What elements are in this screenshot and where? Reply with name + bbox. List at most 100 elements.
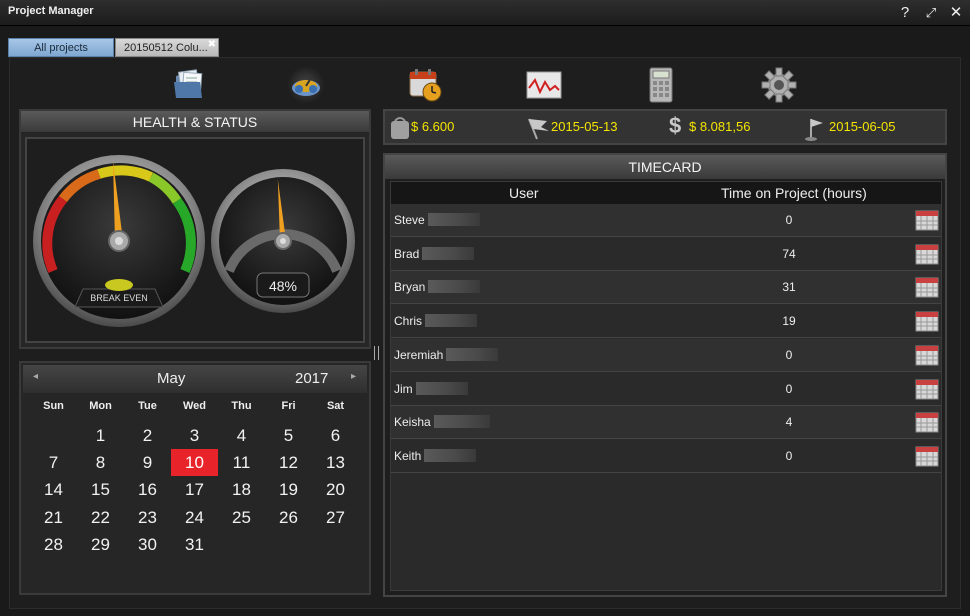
calendar-day[interactable]: 13 [312, 449, 359, 476]
calendar-day[interactable]: 14 [30, 476, 77, 503]
timesheet-calendar-icon[interactable] [915, 412, 939, 433]
calendar-day[interactable]: 16 [124, 476, 171, 503]
calendar-day[interactable]: 19 [265, 476, 312, 503]
weekday-label: Fri [281, 400, 296, 412]
budget-value: $ 6.600 [411, 119, 455, 134]
column-header-user[interactable]: User [509, 182, 569, 204]
calendar-day[interactable]: 6 [312, 422, 359, 449]
calendar-day[interactable]: 12 [265, 449, 312, 476]
calendar-day[interactable]: 29 [77, 531, 124, 558]
health-gauge-icon[interactable] [287, 66, 325, 104]
user-name: Jeremiah [394, 347, 444, 362]
timecard-table: User Time on Project (hours) Steve 0 Brad 7… [390, 181, 942, 591]
table-row[interactable]: Steve 0 [391, 204, 941, 237]
progress-gauge: 48% [211, 169, 355, 313]
timesheet-calendar-icon[interactable] [915, 210, 939, 231]
table-row[interactable]: Jeremiah 0 [391, 338, 941, 372]
table-row[interactable]: Keisha 4 [391, 406, 941, 440]
calendar-day[interactable]: 18 [218, 476, 265, 503]
weekday-label: Sat [326, 400, 345, 412]
hours-value: 0 [785, 347, 793, 362]
break-even-gauge: BREAK EVEN [33, 155, 205, 327]
calendar-day[interactable]: 30 [124, 531, 171, 558]
hours-value: 0 [785, 381, 793, 396]
restore-button[interactable]: ⤢ [921, 3, 941, 23]
hours-value: 19 [782, 314, 796, 329]
title-bar: Project Manager ? ⤢ ✕ [0, 0, 970, 26]
redacted-surname [428, 280, 480, 294]
calendar-day[interactable]: 31 [171, 531, 218, 558]
cost-dollar-icon: $ [669, 113, 682, 138]
help-button[interactable]: ? [895, 3, 915, 23]
calendar-day[interactable]: 7 [30, 449, 77, 476]
calendar-day[interactable]: 3 [171, 422, 218, 449]
hours-value: 4 [785, 415, 793, 430]
table-row[interactable]: Chris 19 [391, 305, 941, 339]
calendar-day[interactable]: 22 [77, 504, 124, 531]
break-even-label: BREAK EVEN [90, 293, 148, 303]
calendar-day[interactable]: 23 [124, 504, 171, 531]
timesheet-calendar-icon[interactable] [915, 345, 939, 366]
calendar-day[interactable]: 5 [265, 422, 312, 449]
hours-value: 31 [782, 280, 796, 295]
calendar-day[interactable]: 24 [171, 504, 218, 531]
tab-all-projects[interactable]: All projects [8, 38, 114, 57]
settings-gear-icon[interactable] [760, 66, 798, 104]
calendar-day[interactable]: 4 [218, 422, 265, 449]
calendar-day[interactable]: 15 [77, 476, 124, 503]
health-status-panel: HEALTH & STATUS BREAK EVEN 48% [19, 109, 371, 349]
weekday-label: Sun [43, 400, 64, 412]
calculator-icon[interactable] [642, 66, 680, 104]
documents-icon[interactable] [170, 66, 208, 104]
calendar-day-today[interactable]: 10 [171, 449, 218, 477]
user-name: Brad [394, 246, 420, 261]
column-header-time[interactable]: Time on Project (hours) [721, 182, 921, 204]
calendar-day[interactable]: 28 [30, 531, 77, 558]
redacted-surname [425, 314, 477, 328]
gauges-svg: BREAK EVEN 48% [33, 155, 355, 327]
start-flag-icon [525, 115, 551, 146]
timesheet-calendar-icon[interactable] [915, 277, 939, 298]
hours-value: 0 [785, 213, 793, 227]
calendar-day[interactable]: 21 [30, 504, 77, 531]
calendar-day[interactable]: 2 [124, 422, 171, 449]
prev-month-icon[interactable]: ◂ [33, 371, 38, 382]
redacted-surname [416, 381, 468, 395]
calendar-day[interactable]: 8 [77, 449, 124, 476]
calendar-day[interactable]: 1 [77, 422, 124, 449]
cost-value: $ 8.081,56 [689, 119, 751, 134]
redacted-surname [428, 213, 480, 226]
timesheet-calendar-icon[interactable] [915, 244, 939, 265]
user-name: Chris [394, 314, 423, 329]
table-row[interactable]: Brad 74 [391, 237, 941, 271]
next-month-icon[interactable]: ▸ [351, 371, 356, 382]
schedule-clock-icon[interactable] [406, 66, 444, 104]
calendar-month[interactable]: May [157, 370, 185, 387]
hours-value: 0 [785, 448, 793, 463]
close-button[interactable]: ✕ [946, 3, 966, 23]
chart-icon[interactable] [525, 66, 563, 104]
window-title: Project Manager [8, 5, 94, 17]
calendar-day[interactable]: 27 [312, 504, 359, 531]
table-row[interactable]: Jim 0 [391, 372, 941, 406]
timesheet-calendar-icon[interactable] [915, 379, 939, 400]
timesheet-calendar-icon[interactable] [915, 311, 939, 332]
timesheet-calendar-icon[interactable] [915, 446, 939, 467]
tab-project[interactable]: 20150512 Colu... ✖ [115, 38, 219, 57]
user-name: Keisha [394, 415, 431, 430]
calendar-day[interactable]: 17 [171, 476, 218, 503]
user-name: Keith [394, 448, 422, 463]
redacted-surname [422, 246, 474, 260]
panel-splitter[interactable] [374, 346, 379, 360]
calendar-day[interactable]: 20 [312, 476, 359, 503]
end-flag-icon [803, 115, 825, 146]
calendar-day[interactable]: 25 [218, 504, 265, 531]
calendar-day[interactable]: 11 [218, 449, 265, 476]
table-row[interactable]: Keith 0 [391, 439, 941, 473]
calendar-year[interactable]: 2017 [295, 370, 328, 387]
calendar-day[interactable]: 9 [124, 449, 171, 476]
end-date: 2015-06-05 [829, 119, 896, 134]
table-row[interactable]: Bryan 31 [391, 271, 941, 305]
calendar-day[interactable]: 26 [265, 504, 312, 531]
tab-close-icon[interactable]: ✖ [208, 39, 216, 54]
